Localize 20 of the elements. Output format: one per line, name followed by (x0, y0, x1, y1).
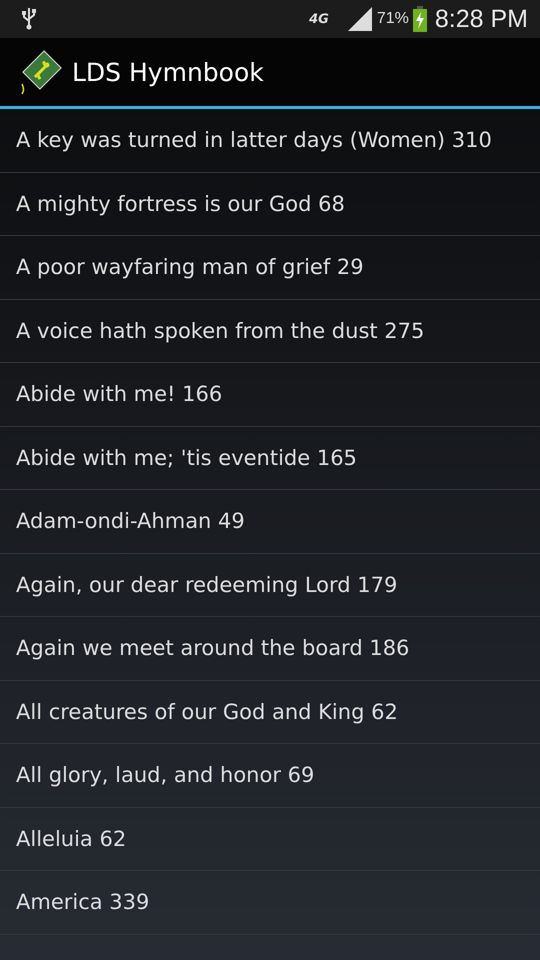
hymn-item[interactable]: A key was turned in latter days (Women) 310 (0, 109, 540, 172)
hymn-item[interactable]: A voice hath spoken from the dust 275 (0, 300, 540, 363)
hymn-item[interactable]: Adam-ondi-Ahman 49 (0, 490, 540, 554)
hymn-item[interactable]: Alleluia 62 (0, 808, 540, 871)
hymn-item[interactable]: Again, our dear redeeming Lord 179 (0, 554, 540, 617)
hymn-item[interactable]: All creatures of our God and King 62 (0, 680, 540, 744)
hymn-item[interactable]: A mighty fortress is our God 68 (0, 172, 540, 236)
hymn-item[interactable]: Abide with me! 166 (0, 363, 540, 426)
signal-icon (346, 7, 373, 31)
clock-time: 8:28 PM (434, 4, 528, 34)
network-label: 4G (309, 12, 329, 26)
hymn-item[interactable]: All glory, laud, and honor 69 (0, 744, 540, 808)
battery-percent: 71% (376, 10, 409, 28)
hymn-item[interactable]: A poor wayfaring man of grief 29 (0, 236, 540, 300)
hymn-item[interactable]: Abide with me; 'tis eventide 165 (0, 426, 540, 490)
battery-charging-icon (412, 6, 427, 32)
hymn-item[interactable]: America 339 (0, 871, 540, 934)
hymn-item[interactable]: Again we meet around the board 186 (0, 617, 540, 680)
app-title: LDS Hymnbook (72, 58, 264, 86)
usb-icon (22, 7, 36, 31)
